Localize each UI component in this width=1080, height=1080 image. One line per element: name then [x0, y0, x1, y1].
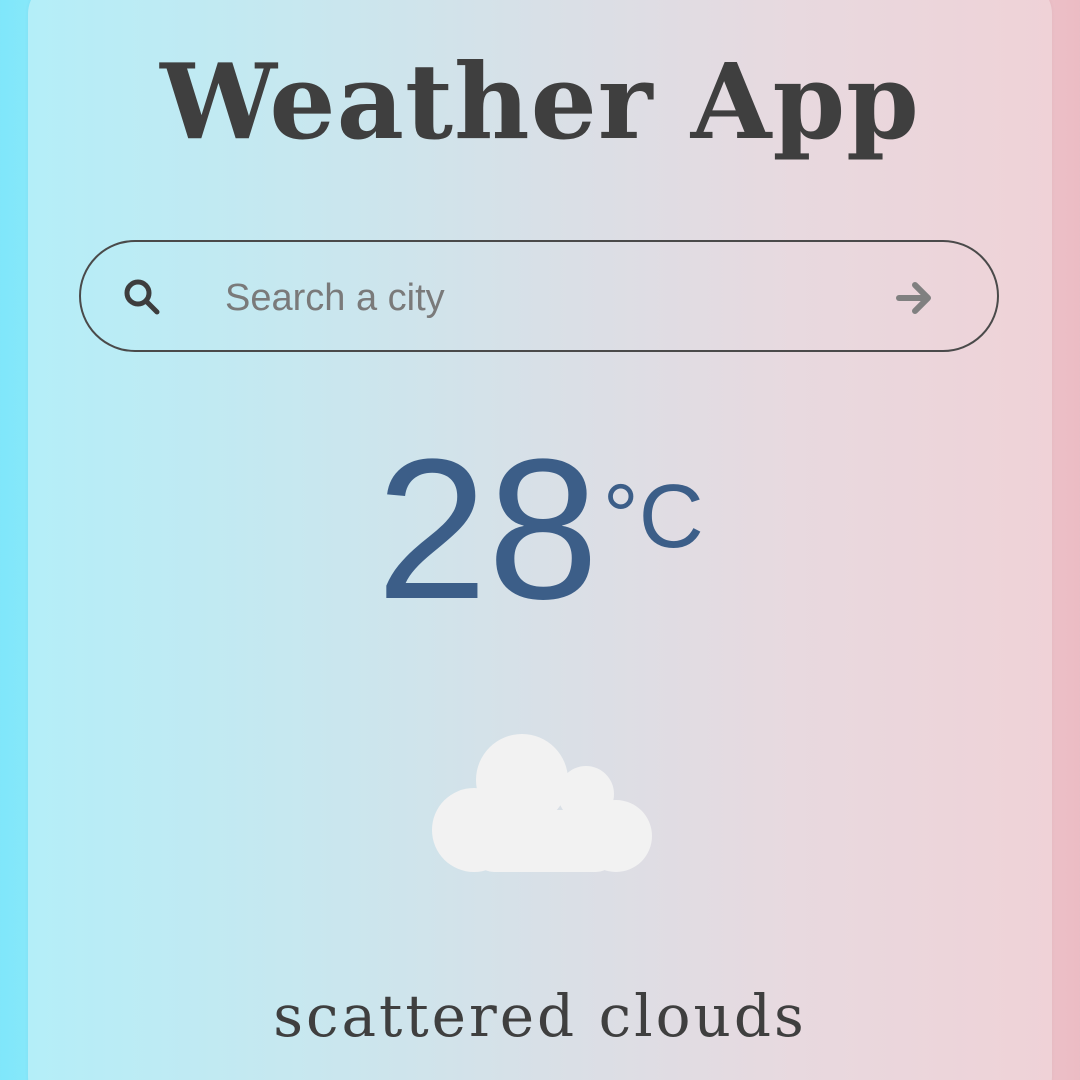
search-icon — [124, 279, 160, 315]
arrow-right-icon[interactable] — [893, 276, 937, 320]
cloud-icon — [432, 734, 652, 872]
temperature-unit: °C — [602, 467, 704, 567]
search-bar[interactable] — [79, 240, 999, 352]
search-input[interactable] — [225, 270, 845, 326]
weather-description: scattered clouds — [273, 982, 807, 1050]
temperature-display: 28°C — [0, 430, 1080, 630]
temperature-value: 28 — [376, 418, 599, 641]
app-title: Weather App — [160, 40, 920, 163]
